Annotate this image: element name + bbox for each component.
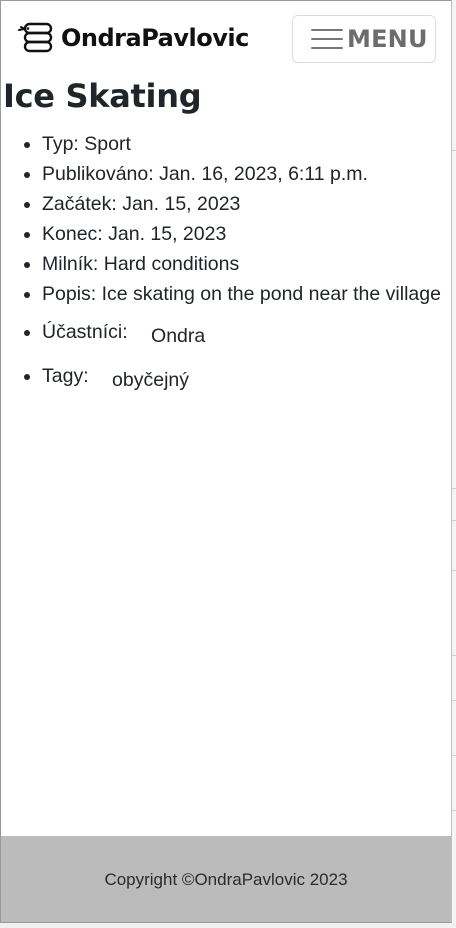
tag-link[interactable]: obyčejný: [112, 365, 189, 395]
page-title: Ice Skating: [3, 77, 202, 115]
brand-name: OndraPavlovic: [61, 24, 249, 52]
brand-link[interactable]: OndraPavlovic: [17, 21, 249, 55]
menu-toggle-button[interactable]: MENU: [292, 15, 436, 63]
window-edge-strip: [452, 0, 456, 928]
detail-participants: Účastníci: Ondra: [42, 317, 451, 347]
page-footer: Copyright ©OndraPavlovic 2023: [1, 836, 451, 922]
menu-label: MENU: [347, 25, 428, 53]
copyright-text: Copyright ©OndraPavlovic 2023: [104, 869, 348, 889]
hamburger-icon: [311, 26, 345, 52]
detail-milestone: Milník: Hard conditions: [42, 249, 451, 279]
navbar: OndraPavlovic MENU: [1, 1, 451, 81]
detail-type: Typ: Sport: [42, 129, 451, 159]
participant-link[interactable]: Ondra: [151, 321, 205, 351]
window-bottom-edge: [0, 923, 456, 928]
detail-tags: Tagy: obyčejný: [42, 361, 451, 391]
event-details-list: Typ: Sport Publikováno: Jan. 16, 2023, 6…: [1, 129, 451, 391]
snake-logo-icon: [18, 22, 53, 53]
detail-end: Konec: Jan. 15, 2023: [42, 219, 451, 249]
detail-published: Publikováno: Jan. 16, 2023, 6:11 p.m.: [42, 159, 451, 189]
detail-start: Začátek: Jan. 15, 2023: [42, 189, 451, 219]
page-viewport: OndraPavlovic MENU Ice Skating Typ: Spor…: [0, 0, 452, 923]
participants-label: Účastníci:: [42, 321, 128, 343]
detail-description: Popis: Ice skating on the pond near the …: [42, 279, 451, 309]
tags-label: Tagy:: [42, 365, 89, 387]
